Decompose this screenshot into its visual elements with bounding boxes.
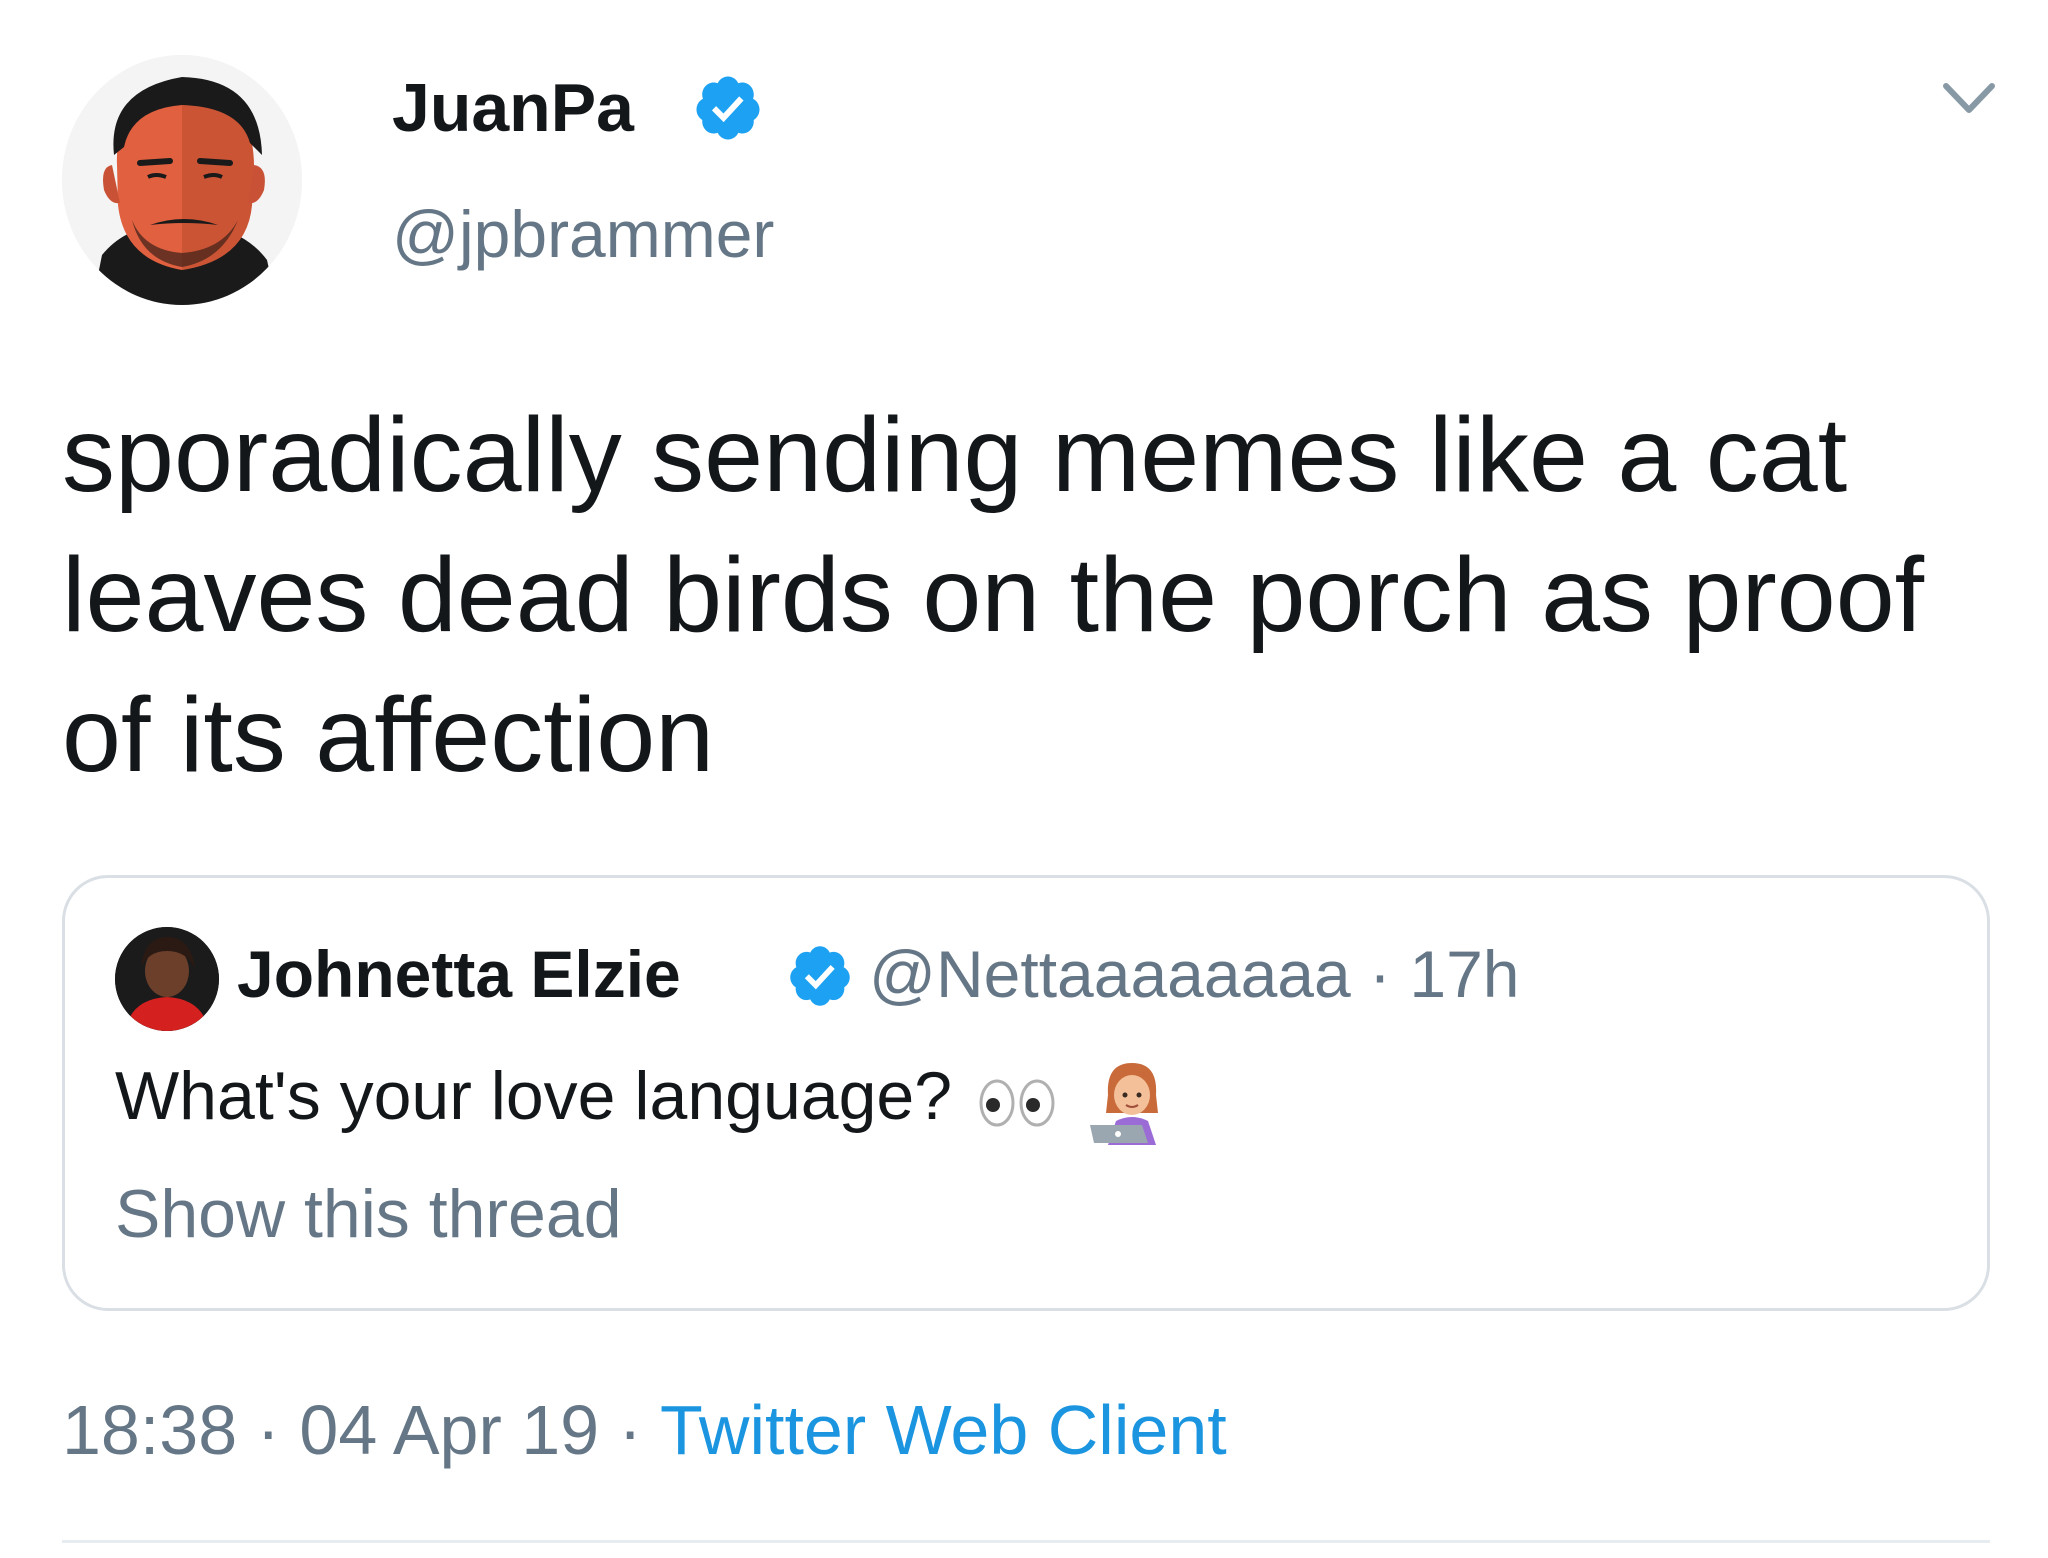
quoted-author-avatar[interactable] — [115, 927, 219, 1031]
quoted-avatar-photo — [115, 927, 219, 1031]
show-thread-link[interactable]: Show this thread — [115, 1172, 622, 1256]
author-display-name[interactable]: JuanPa — [392, 68, 634, 148]
tweet-time[interactable]: 18:38 — [62, 1391, 237, 1469]
chevron-down-icon[interactable] — [1940, 80, 1998, 120]
separator-dot: · — [618, 1391, 642, 1469]
quoted-tweet-text-row: What's your love language? — [115, 1054, 1178, 1147]
verified-badge-icon — [790, 946, 850, 1006]
tweet-source-link[interactable]: Twitter Web Client — [660, 1391, 1227, 1469]
quoted-author-display-name[interactable]: Johnetta Elzie — [237, 934, 681, 1014]
tweet: JuanPa @jpbrammer sporadically sending m… — [0, 0, 2048, 1558]
eyes-emoji-icon — [979, 1079, 1055, 1127]
quoted-tweet-text: What's your love language? — [115, 1058, 953, 1134]
author-handle[interactable]: @jpbrammer — [392, 194, 774, 274]
author-avatar[interactable] — [62, 55, 302, 305]
tweet-meta: 18:38 · 04 Apr 19 · Twitter Web Client — [62, 1388, 1227, 1472]
separator-dot: · — [1369, 937, 1392, 1011]
verified-badge-icon — [696, 76, 760, 140]
separator-dot: · — [256, 1391, 280, 1469]
quoted-handle-time[interactable]: @Nettaaaaaaaa · 17h — [869, 934, 1520, 1014]
quoted-time-ago[interactable]: 17h — [1409, 937, 1519, 1011]
quoted-author-handle[interactable]: @Nettaaaaaaaa — [869, 937, 1351, 1011]
tweet-text: sporadically sending memes like a cat le… — [62, 396, 1925, 794]
avatar-illustration — [62, 55, 302, 305]
quoted-tweet-card[interactable]: Johnetta Elzie @Nettaaaaaaaa · 17h What'… — [62, 875, 1990, 1311]
tweet-date[interactable]: 04 Apr 19 — [299, 1391, 599, 1469]
woman-technologist-emoji-icon — [1089, 1063, 1158, 1146]
divider — [62, 1540, 1990, 1543]
